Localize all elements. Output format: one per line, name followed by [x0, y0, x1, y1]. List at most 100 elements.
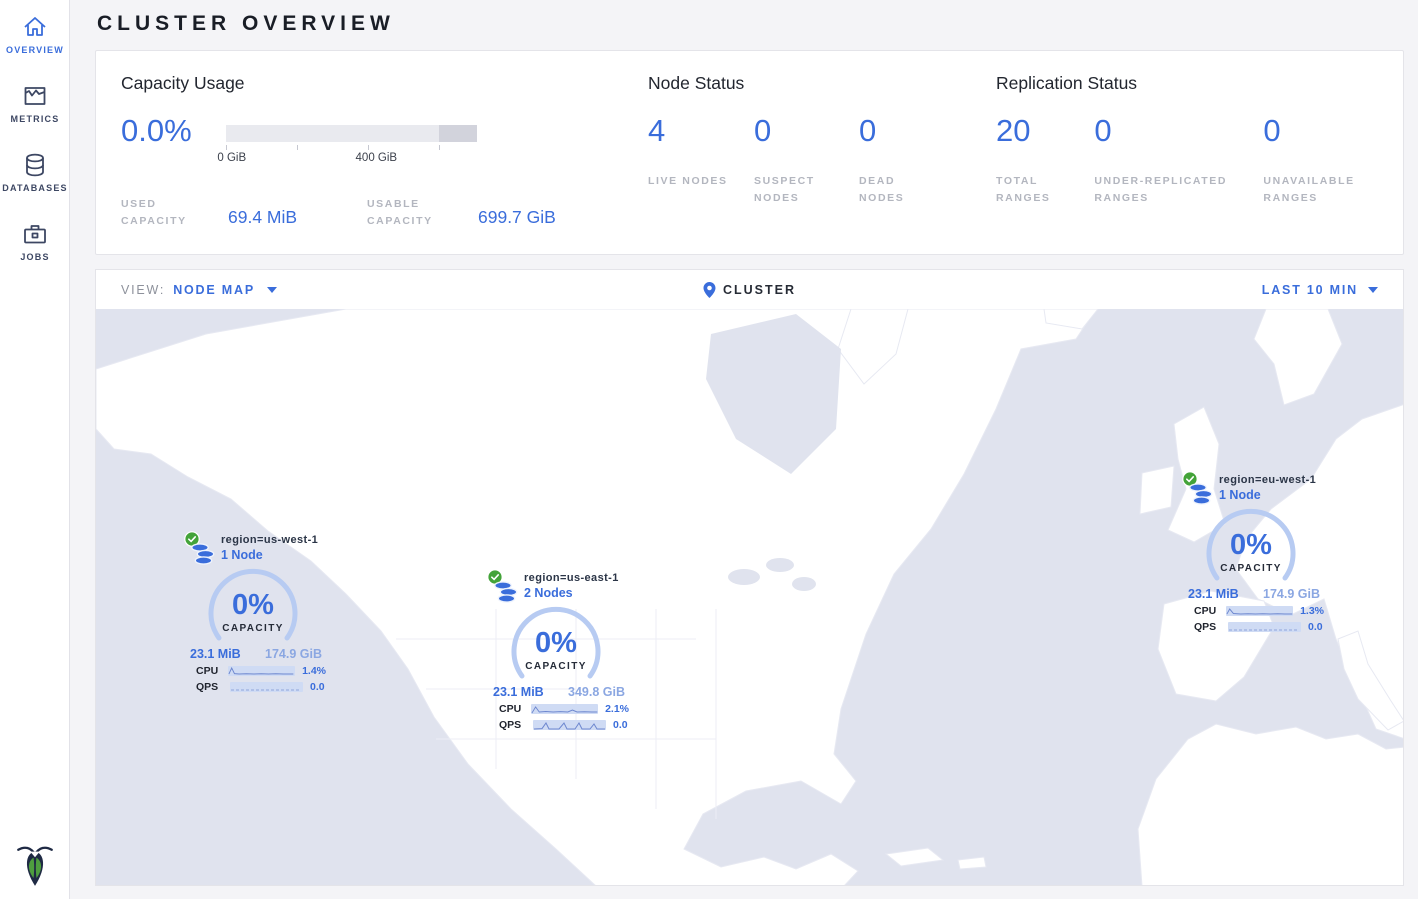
jobs-icon [21, 220, 49, 248]
live-nodes-stat: 4 LIVE NODES [648, 113, 754, 208]
sidebar-item-jobs[interactable]: JOBS [0, 220, 70, 262]
replication-status-section: Replication Status 20 TOTAL RANGES 0 UND… [996, 73, 1378, 232]
gauge-percent: 0% [1199, 529, 1303, 562]
used-capacity-label: USED CAPACITY [121, 196, 216, 231]
marker-header: region=eu-west-1 1 Node [1182, 471, 1324, 507]
databases-icon [21, 151, 49, 179]
great-lake [766, 558, 794, 572]
cpu-sparkline [531, 704, 598, 714]
unavailable-ranges-stat: 0 UNAVAILABLE RANGES [1263, 113, 1378, 208]
live-nodes-value: 4 [648, 113, 754, 149]
capacity-bar-track [226, 125, 477, 142]
chevron-down-icon [267, 287, 277, 293]
marker-used-capacity: 23.1 MiB [1188, 587, 1239, 601]
sidebar-item-overview[interactable]: OVERVIEW [0, 13, 70, 55]
capacity-tick [226, 145, 227, 150]
land-ireland [1140, 466, 1174, 514]
sidebar-item-databases[interactable]: DATABASES [0, 151, 70, 193]
database-stack-icon [494, 581, 520, 604]
gauge-percent: 0% [201, 589, 305, 622]
sidebar-item-label: METRICS [0, 114, 70, 124]
node-marker-eu-west-1[interactable]: region=eu-west-1 1 Node 0% CAPACITY 23.1… [1182, 471, 1324, 633]
marker-header: region=us-east-1 2 Nodes [487, 569, 629, 605]
unavailable-ranges-value: 0 [1263, 113, 1378, 149]
capacity-tick [439, 145, 440, 150]
sidebar-item-metrics[interactable]: METRICS [0, 82, 70, 124]
suspect-nodes-value: 0 [754, 113, 859, 149]
land-north-africa [1138, 724, 1404, 886]
marker-used-capacity: 23.1 MiB [190, 647, 241, 661]
marker-node-count[interactable]: 1 Node [221, 548, 326, 562]
usable-capacity-label: USABLE CAPACITY [367, 196, 462, 231]
cpu-label: CPU [1194, 605, 1219, 617]
unavailable-ranges-label: UNAVAILABLE RANGES [1263, 173, 1373, 208]
qps-sparkline [230, 682, 303, 692]
qps-sparkline [533, 720, 606, 730]
cpu-value: 1.4% [302, 665, 326, 677]
qps-label: QPS [1194, 621, 1221, 633]
great-lake [728, 569, 760, 585]
node-status-title: Node Status [648, 73, 996, 94]
gauge-label: CAPACITY [201, 623, 305, 634]
node-marker-us-west-1[interactable]: region=us-west-1 1 Node 0% CAPACITY 23.1… [184, 531, 326, 693]
capacity-gauge: 0% CAPACITY [201, 567, 305, 645]
usable-capacity-value: 699.7 GiB [478, 207, 556, 228]
home-icon [21, 13, 49, 41]
sidebar-item-label: OVERVIEW [0, 45, 70, 55]
gauge-label: CAPACITY [504, 661, 608, 672]
under-replicated-ranges-stat: 0 UNDER-REPLICATED RANGES [1094, 113, 1263, 208]
marker-node-count[interactable]: 1 Node [1219, 488, 1324, 502]
marker-total-capacity: 174.9 GiB [1263, 587, 1320, 601]
main-content: CLUSTER OVERVIEW Capacity Usage 0.0% 0 G… [70, 0, 1418, 899]
dead-nodes-label: DEAD NODES [859, 173, 939, 208]
dead-nodes-value: 0 [859, 113, 959, 149]
chevron-down-icon [1368, 287, 1378, 293]
cpu-row: CPU 1.3% [1194, 605, 1324, 617]
qps-row: QPS 0.0 [196, 681, 326, 693]
view-value: NODE MAP [173, 283, 255, 297]
cockroachdb-logo [16, 843, 54, 889]
marker-node-count[interactable]: 2 Nodes [524, 586, 629, 600]
qps-row: QPS 0.0 [1194, 621, 1324, 633]
total-ranges-label: TOTAL RANGES [996, 173, 1076, 208]
marker-region-label: region=us-east-1 [524, 572, 629, 584]
node-map[interactable]: region=us-west-1 1 Node 0% CAPACITY 23.1… [95, 309, 1404, 886]
map-toolbar: VIEW: NODE MAP CLUSTER LAST 10 MIN [95, 269, 1404, 309]
sidebar: OVERVIEW METRICS DATABASES [0, 0, 70, 899]
database-stack-icon [1189, 483, 1215, 506]
qps-label: QPS [499, 719, 526, 731]
sidebar-item-label: JOBS [0, 252, 70, 262]
capacity-percent: 0.0% [121, 113, 192, 149]
land-cuba [886, 848, 943, 866]
qps-value: 0.0 [1308, 621, 1323, 633]
app-window: OVERVIEW METRICS DATABASES [0, 0, 1418, 899]
time-range-selector[interactable]: LAST 10 MIN [1262, 283, 1378, 297]
qps-value: 0.0 [613, 719, 628, 731]
land-scandinavia [1254, 309, 1342, 405]
breadcrumb: CLUSTER [703, 282, 796, 298]
view-selector[interactable]: VIEW: NODE MAP [121, 283, 277, 297]
page-title: CLUSTER OVERVIEW [95, 0, 1404, 50]
capacity-tick [297, 145, 298, 150]
qps-row: QPS 0.0 [499, 719, 629, 731]
qps-sparkline [1228, 622, 1301, 632]
cpu-value: 2.1% [605, 703, 629, 715]
breadcrumb-cluster: CLUSTER [723, 283, 796, 297]
database-stack-icon [191, 543, 217, 566]
great-lake [792, 577, 816, 591]
dead-nodes-stat: 0 DEAD NODES [859, 113, 959, 208]
metrics-icon [21, 82, 49, 110]
view-label: VIEW: [121, 283, 165, 297]
suspect-nodes-label: SUSPECT NODES [754, 173, 844, 208]
node-status-section: Node Status 4 LIVE NODES 0 SUSPECT NODES… [648, 73, 996, 232]
node-marker-us-east-1[interactable]: region=us-east-1 2 Nodes 0% CAPACITY 23.… [487, 569, 629, 731]
marker-used-capacity: 23.1 MiB [493, 685, 544, 699]
location-pin-icon [703, 282, 715, 298]
total-ranges-value: 20 [996, 113, 1094, 149]
capacity-tick-label: 400 GiB [356, 152, 398, 164]
capacity-gauge: 0% CAPACITY [1199, 507, 1303, 585]
cpu-row: CPU 1.4% [196, 665, 326, 677]
qps-label: QPS [196, 681, 223, 693]
capacity-usage-title: Capacity Usage [121, 73, 648, 94]
cpu-row: CPU 2.1% [499, 703, 629, 715]
